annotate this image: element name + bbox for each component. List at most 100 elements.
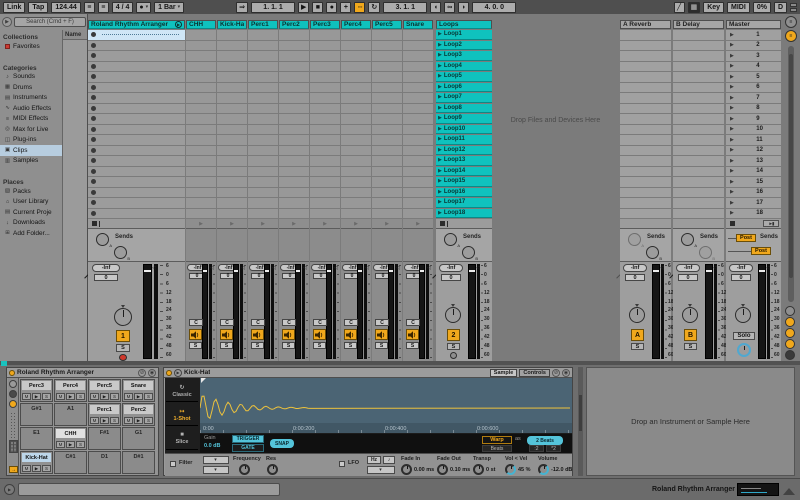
draw-mode-button[interactable]: ╱ xyxy=(673,1,685,13)
clip-play-icon[interactable]: ▶ xyxy=(438,157,442,163)
drum-pad[interactable]: Perc5 M ▶ S xyxy=(88,379,121,402)
clip-slot[interactable] xyxy=(341,30,371,40)
reenable-automation-button[interactable]: ↻ xyxy=(368,1,381,13)
lfo-hz-button[interactable]: Hz xyxy=(367,456,381,464)
returns-show-toggle[interactable] xyxy=(785,328,795,338)
clip-slot[interactable] xyxy=(217,145,247,155)
clip-slot[interactable] xyxy=(279,30,309,40)
return-clip-slot[interactable] xyxy=(620,61,671,71)
lfo-checkbox[interactable] xyxy=(339,461,345,467)
clip-slot[interactable] xyxy=(403,114,433,124)
clip[interactable]: ▶ Loop1 xyxy=(436,30,492,40)
pad-mute-button[interactable]: M xyxy=(124,393,133,400)
track-activator[interactable] xyxy=(406,329,419,340)
clip-slot[interactable] xyxy=(403,156,433,166)
volume-display[interactable]: -Inf xyxy=(729,264,753,272)
clip-slot[interactable] xyxy=(310,103,340,113)
clip[interactable]: ▶ Loop15 xyxy=(436,177,492,187)
return-clip-slot[interactable] xyxy=(620,177,671,187)
drum-pad[interactable]: CHH M ▶ S xyxy=(54,427,87,450)
clip-slot[interactable] xyxy=(217,208,247,218)
clip-stop-button[interactable]: ▶ xyxy=(199,221,203,227)
clip-slot[interactable] xyxy=(217,177,247,187)
clip-slot[interactable] xyxy=(248,156,278,166)
clip-slot[interactable] xyxy=(341,103,371,113)
solo-button[interactable]: S xyxy=(375,342,388,349)
group-clip-slot[interactable] xyxy=(88,114,185,124)
pad-solo-button[interactable]: S xyxy=(42,465,51,472)
track-activator[interactable]: B xyxy=(684,329,697,341)
track-activator[interactable] xyxy=(313,329,326,340)
clip-slot[interactable] xyxy=(217,93,247,103)
clip-slot[interactable] xyxy=(310,51,340,61)
scene-play-icon[interactable]: ▶ xyxy=(730,147,734,153)
clip-slot[interactable] xyxy=(372,166,402,176)
sidebar-item-clips[interactable]: ▣ Clips xyxy=(0,145,62,156)
clip[interactable]: ▶ Loop17 xyxy=(436,198,492,208)
pad-mute-button[interactable]: M xyxy=(90,393,99,400)
volume-display[interactable]: -Inf xyxy=(439,264,463,272)
return-clip-slot[interactable] xyxy=(620,82,671,92)
group-clip-slot[interactable] xyxy=(88,166,185,176)
volume-fader[interactable] xyxy=(295,264,301,359)
param-knob[interactable] xyxy=(437,464,448,475)
clip-play-icon[interactable]: ▶ xyxy=(438,73,442,79)
clip-slot[interactable] xyxy=(341,82,371,92)
hot-swap-icon[interactable]: ⊘ xyxy=(138,368,146,377)
clip[interactable]: ▶ Loop16 xyxy=(436,187,492,197)
metronome-button[interactable]: ● ▾ xyxy=(136,1,152,13)
pad-overview-map[interactable] xyxy=(9,440,18,453)
clip-play-icon[interactable]: ▶ xyxy=(438,84,442,90)
scene[interactable]: ▶ 7 xyxy=(726,93,781,103)
clip-slot[interactable] xyxy=(310,198,340,208)
solo-button[interactable]: S xyxy=(344,342,357,349)
track-activator[interactable] xyxy=(282,329,295,340)
return-clip-slot[interactable] xyxy=(620,187,671,197)
track-header[interactable]: CHH xyxy=(186,20,216,29)
clip-slot[interactable] xyxy=(310,177,340,187)
param-value[interactable]: 45 % xyxy=(518,467,531,473)
clip-slot[interactable] xyxy=(403,51,433,61)
stop-all-clips-button[interactable] xyxy=(440,221,445,226)
volume-fader[interactable] xyxy=(326,264,332,359)
group-clip-slot[interactable] xyxy=(88,61,185,71)
clip-slot[interactable] xyxy=(217,198,247,208)
sidebar-item-samples[interactable]: ▥ Samples xyxy=(0,156,62,167)
clip-slot[interactable] xyxy=(372,177,402,187)
clip[interactable]: ▶ Loop4 xyxy=(436,61,492,71)
track-header[interactable]: Perc5 xyxy=(372,20,402,29)
drum-pad[interactable]: Perc4 M ▶ S xyxy=(54,379,87,402)
clip-play-icon[interactable]: ▶ xyxy=(438,178,442,184)
clip-slot[interactable] xyxy=(186,145,216,155)
clip-slot[interactable] xyxy=(310,114,340,124)
scene-play-icon[interactable]: ▶ xyxy=(730,158,734,164)
master-solo-button[interactable]: Solo xyxy=(733,332,755,340)
solo-button[interactable]: S xyxy=(313,342,326,349)
link-button[interactable]: Link xyxy=(3,1,26,13)
clip-slot[interactable] xyxy=(186,51,216,61)
clip-play-icon[interactable]: ▶ xyxy=(438,136,442,142)
scene[interactable]: ▶ 2 xyxy=(726,40,781,50)
return-clip-slot[interactable] xyxy=(673,103,724,113)
browser-toggle-icon[interactable]: ▶ xyxy=(2,17,12,27)
group-clip-slot[interactable] xyxy=(88,135,185,145)
clip-slot[interactable] xyxy=(403,124,433,134)
pad-mute-button[interactable]: M xyxy=(124,417,133,424)
arrangement-position-display[interactable]: 1. 1. 1 xyxy=(251,1,296,13)
return-clip-slot[interactable] xyxy=(673,198,724,208)
return-clip-slot[interactable] xyxy=(620,124,671,134)
volume-fader[interactable] xyxy=(357,264,363,359)
track-header[interactable]: Perc1 xyxy=(248,20,278,29)
clip[interactable]: ▶ Loop14 xyxy=(436,166,492,176)
pan-display[interactable]: 0 xyxy=(731,274,751,281)
clip-slot[interactable] xyxy=(310,166,340,176)
arm-button[interactable] xyxy=(450,352,457,359)
return-clip-slot[interactable] xyxy=(620,40,671,50)
sidebar-item-drums[interactable]: ▦ Drums xyxy=(0,82,62,93)
clip-slot[interactable] xyxy=(217,124,247,134)
track-activator[interactable]: A xyxy=(631,329,644,341)
return-clip-slot[interactable] xyxy=(620,30,671,40)
track-header[interactable]: Kick-Hat xyxy=(217,20,247,29)
clip-slot[interactable] xyxy=(372,40,402,50)
clip-slot[interactable] xyxy=(310,124,340,134)
